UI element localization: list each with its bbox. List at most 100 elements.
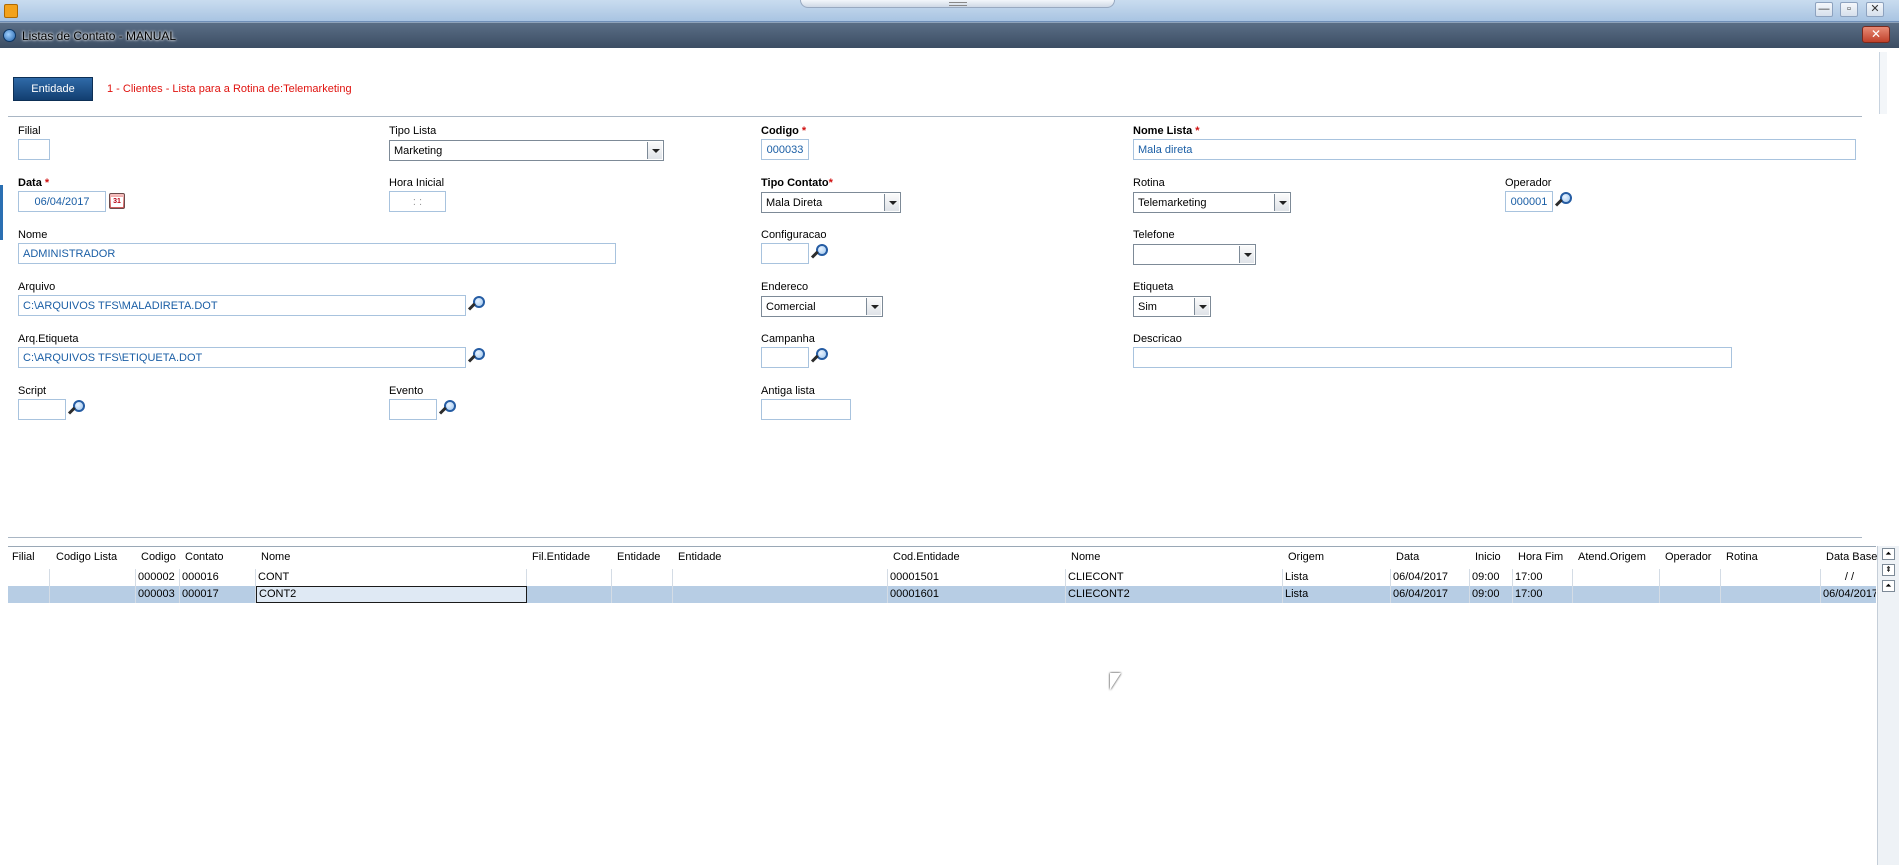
cell-hora-fim[interactable]: 17:00 — [1513, 586, 1573, 603]
cell-cod-entidade[interactable]: 00001501 — [888, 569, 1066, 586]
cell-rotina[interactable] — [1721, 586, 1821, 603]
script-field[interactable] — [18, 399, 66, 420]
script-search-icon[interactable] — [67, 400, 87, 418]
cell-operador[interactable] — [1660, 569, 1721, 586]
codigo-field[interactable]: 000033 — [761, 139, 809, 160]
cell-filial[interactable] — [8, 586, 50, 603]
scroll-up-icon[interactable]: ⏶ — [1882, 580, 1895, 592]
cell-contato[interactable]: 000016 — [180, 569, 256, 586]
chevron-down-icon[interactable] — [1194, 298, 1209, 315]
col-data-base[interactable]: Data Base — [1826, 551, 1877, 563]
cell-data-base[interactable]: 06/04/2017 — [1821, 586, 1876, 603]
cell-data[interactable]: 06/04/2017 — [1391, 586, 1470, 603]
cell-inicio[interactable]: 09:00 — [1470, 569, 1513, 586]
cell-filial[interactable] — [8, 569, 50, 586]
tipo-lista-select[interactable]: Marketing — [389, 140, 664, 161]
arq-etiqueta-field[interactable]: C:\ARQUIVOS TFS\ETIQUETA.DOT — [18, 347, 466, 368]
col-entidade[interactable]: Entidade — [617, 551, 660, 563]
top-scrollbar[interactable] — [1879, 52, 1887, 114]
col-inicio[interactable]: Inicio — [1475, 551, 1501, 563]
campanha-search-icon[interactable] — [810, 348, 830, 366]
cell-data[interactable]: 06/04/2017 — [1391, 569, 1470, 586]
cell-hora-fim[interactable]: 17:00 — [1513, 569, 1573, 586]
col-codigo-lista[interactable]: Codigo Lista — [56, 551, 117, 563]
tipo-contato-select[interactable]: Mala Direta — [761, 192, 901, 213]
col-cod-entidade[interactable]: Cod.Entidade — [893, 551, 960, 563]
arquivo-search-icon[interactable] — [467, 296, 487, 314]
chevron-down-icon[interactable] — [647, 142, 662, 159]
cell-codigo[interactable]: 000003 — [136, 586, 180, 603]
etiqueta-select[interactable]: Sim — [1133, 296, 1211, 317]
cell-cod-entidade[interactable]: 00001601 — [888, 586, 1066, 603]
col-nome-2[interactable]: Nome — [1071, 551, 1100, 563]
col-data[interactable]: Data — [1396, 551, 1419, 563]
data-field[interactable]: 06/04/2017 — [18, 191, 106, 212]
cell-entidade-2[interactable] — [673, 569, 888, 586]
operador-search-icon[interactable] — [1554, 192, 1574, 210]
configuracao-search-icon[interactable] — [810, 244, 830, 262]
scroll-top-icon[interactable]: ⏶ — [1882, 548, 1895, 560]
cell-origem[interactable]: Lista — [1283, 586, 1391, 603]
antiga-lista-field[interactable] — [761, 399, 851, 420]
telefone-select[interactable] — [1133, 244, 1256, 265]
endereco-select[interactable]: Comercial — [761, 296, 883, 317]
col-entidade-2[interactable]: Entidade — [678, 551, 721, 563]
arq-etiqueta-search-icon[interactable] — [467, 348, 487, 366]
col-codigo[interactable]: Codigo — [141, 551, 176, 563]
minimize-button[interactable]: — — [1815, 2, 1833, 17]
maximize-button[interactable]: ▫ — [1840, 2, 1858, 17]
cell-fil-entidade[interactable] — [527, 586, 612, 603]
chevron-down-icon[interactable] — [866, 298, 881, 315]
table-row-selected[interactable]: 000003 000017 CONT2 00001601 CLIECONT2 L… — [8, 586, 1876, 603]
chevron-down-icon[interactable] — [1274, 194, 1289, 211]
descricao-field[interactable] — [1133, 347, 1732, 368]
configuracao-field[interactable] — [761, 243, 809, 264]
entidade-button[interactable]: Entidade — [13, 77, 93, 101]
cell-rotina[interactable] — [1721, 569, 1821, 586]
cell-contato[interactable]: 000017 — [180, 586, 256, 603]
col-operador[interactable]: Operador — [1665, 551, 1711, 563]
cell-nome-2[interactable]: CLIECONT — [1066, 569, 1283, 586]
col-hora-fim[interactable]: Hora Fim — [1518, 551, 1563, 563]
col-filial[interactable]: Filial — [12, 551, 35, 563]
drag-handle[interactable] — [800, 0, 1115, 8]
evento-field[interactable] — [389, 399, 437, 420]
cell-nome-2[interactable]: CLIECONT2 — [1066, 586, 1283, 603]
arquivo-field[interactable]: C:\ARQUIVOS TFS\MALADIRETA.DOT — [18, 295, 466, 316]
nome-field[interactable]: ADMINISTRADOR — [18, 243, 616, 264]
rotina-select[interactable]: Telemarketing — [1133, 192, 1291, 213]
cell-inicio[interactable]: 09:00 — [1470, 586, 1513, 603]
grid-scrollbar[interactable]: ⏶ ⇞ ⏶ — [1877, 546, 1899, 865]
col-fil-entidade[interactable]: Fil.Entidade — [532, 551, 590, 563]
table-row[interactable]: 000002 000016 CONT 00001501 CLIECONT Lis… — [8, 569, 1876, 586]
close-app-button[interactable]: ✕ — [1866, 2, 1884, 17]
col-origem[interactable]: Origem — [1288, 551, 1324, 563]
hora-inicial-field[interactable]: : : — [389, 191, 446, 212]
operador-field[interactable]: 000001 — [1505, 191, 1553, 212]
nome-lista-field[interactable]: Mala direta — [1133, 139, 1856, 160]
calendar-icon[interactable]: 31 — [109, 193, 125, 209]
cell-atend-origem[interactable] — [1573, 586, 1660, 603]
col-nome[interactable]: Nome — [261, 551, 290, 563]
cell-data-base[interactable]: / / — [1821, 569, 1876, 586]
cell-codigo[interactable]: 000002 — [136, 569, 180, 586]
filial-field[interactable] — [18, 139, 50, 160]
scroll-page-up-icon[interactable]: ⇞ — [1882, 564, 1895, 576]
cell-entidade[interactable] — [612, 586, 673, 603]
col-atend-origem[interactable]: Atend.Origem — [1578, 551, 1646, 563]
evento-search-icon[interactable] — [438, 400, 458, 418]
campanha-field[interactable] — [761, 347, 809, 368]
col-contato[interactable]: Contato — [185, 551, 224, 563]
col-rotina[interactable]: Rotina — [1726, 551, 1758, 563]
cell-fil-entidade[interactable] — [527, 569, 612, 586]
cell-codigo-lista[interactable] — [50, 586, 136, 603]
cell-entidade[interactable] — [612, 569, 673, 586]
cell-entidade-2[interactable] — [673, 586, 888, 603]
cell-operador[interactable] — [1660, 586, 1721, 603]
cell-nome[interactable]: CONT — [256, 569, 527, 586]
chevron-down-icon[interactable] — [1239, 246, 1254, 263]
contacts-grid[interactable]: Filial Codigo Lista Codigo Contato Nome … — [8, 546, 1877, 865]
cell-nome-editing[interactable]: CONT2 — [256, 586, 527, 603]
cell-codigo-lista[interactable] — [50, 569, 136, 586]
dialog-close-button[interactable]: ✕ — [1862, 26, 1890, 43]
